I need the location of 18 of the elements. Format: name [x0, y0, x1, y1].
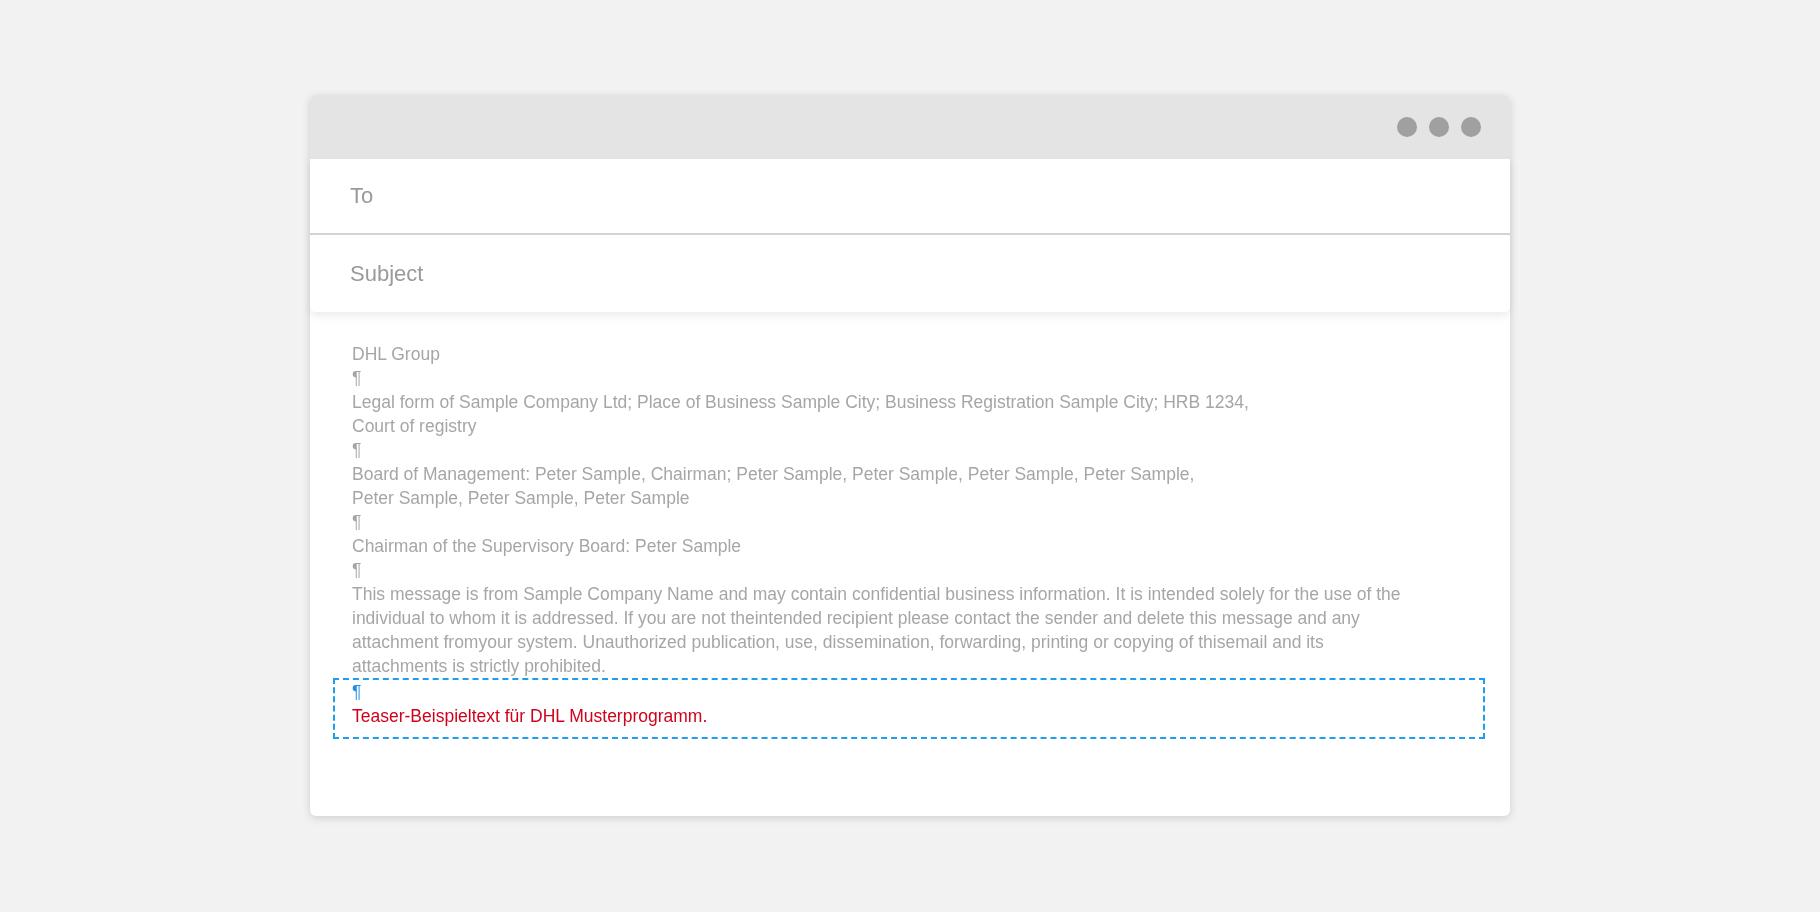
body-text-line: This message is from Sample Company Name and may contain confidential business information. It is intended solely for the use of the	[352, 583, 1401, 606]
body-text-line: Legal form of Sample Company Ltd; Place of Business Sample City; Business Registration Sample City; HRB 1234,	[352, 391, 1249, 414]
body-text-line: ¶	[352, 559, 362, 582]
body-text-line: ¶	[352, 511, 362, 534]
teaser-text: Teaser-Beispieltext für DHL Musterprogramm.	[352, 705, 708, 728]
body-text-line: Chairman of the Supervisory Board: Peter Sample	[352, 535, 742, 558]
input-field[interactable]: To	[310, 159, 1510, 235]
body-text-line: Board of Management: Peter Sample, Chairman; Peter Sample, Peter Sample, Peter Sample, Peter Sample,	[352, 463, 1195, 486]
body-text-line: attachments is strictly prohibited.	[352, 655, 606, 678]
body-text-line: DHL Group	[352, 343, 440, 366]
input-field[interactable]: Subject	[310, 235, 1510, 312]
body-text-line: Peter Sample, Peter Sample, Peter Sample	[352, 487, 690, 510]
body-text-line: ¶	[352, 439, 362, 462]
body-text-line: ¶	[352, 367, 362, 390]
pilcrow: ¶	[352, 681, 362, 704]
body-text-line: individual to whom it is addressed. If you are not theintended recipient please contact the sender and delete this message and any	[352, 607, 1360, 630]
body-text-line: Court of registry	[352, 415, 477, 438]
body-text-line: attachment fromyour system. Unauthorized publication, use, dissemination, forwarding, printing or copying of thisemail and its	[352, 631, 1324, 654]
